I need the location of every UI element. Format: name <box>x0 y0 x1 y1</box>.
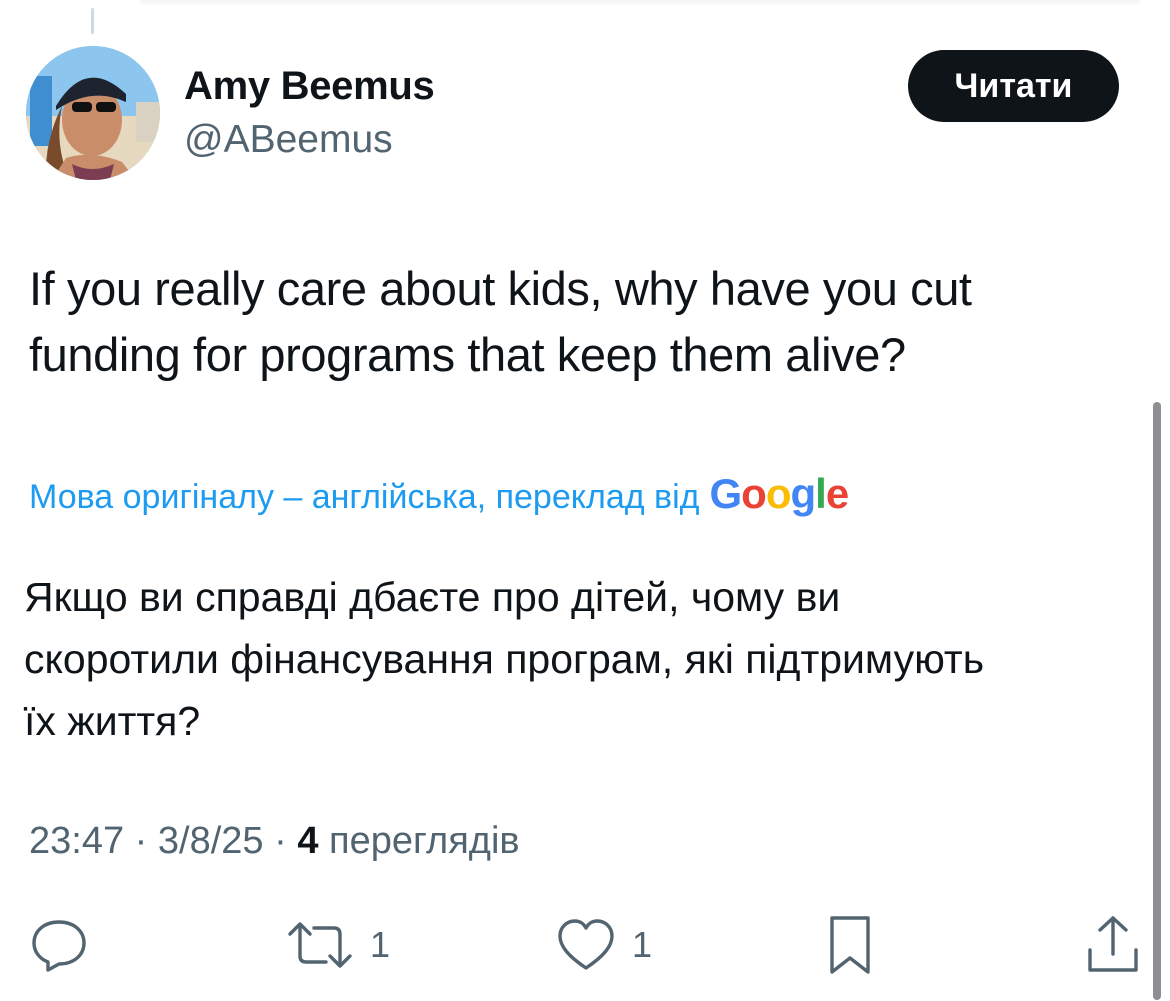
google-logo-letter: o <box>765 470 792 517</box>
tweet-date[interactable]: 3/8/25 <box>158 820 264 862</box>
share-button[interactable] <box>1082 910 1144 980</box>
meta-separator: · <box>134 820 148 862</box>
share-icon <box>1088 916 1138 972</box>
retweet-button[interactable]: 1 <box>284 910 390 980</box>
heart-icon <box>558 919 614 970</box>
retweet-icon <box>288 922 352 968</box>
reply-button[interactable] <box>28 910 90 980</box>
scrollbar[interactable] <box>1153 402 1161 1000</box>
translation-note[interactable]: Мова оригіналу – англійська, переклад ві… <box>29 470 850 518</box>
retweet-count: 1 <box>370 924 391 965</box>
tweet-text: If you really care about kids, why have … <box>29 256 1129 388</box>
author-handle[interactable]: @ABeemus <box>184 118 393 162</box>
google-logo-letter: G <box>709 470 743 517</box>
translated-text-line: скоротили фінансування програм, які підт… <box>24 636 985 682</box>
reply-icon <box>32 920 86 972</box>
avatar-photo <box>26 46 160 180</box>
tweet-meta: 23:47 · 3/8/25 · 4 переглядів <box>29 820 520 863</box>
bookmark-button[interactable] <box>820 910 880 980</box>
translation-note-text: Мова оригіналу – англійська, переклад ві… <box>29 478 700 516</box>
views-count: 4 <box>297 820 319 862</box>
views-label: переглядів <box>329 820 520 862</box>
tweet-text-line: funding for programs that keep them aliv… <box>29 328 906 381</box>
google-logo-letter: e <box>825 470 849 517</box>
thread-connector-line <box>91 8 94 34</box>
author-display-name[interactable]: Amy Beemus <box>184 64 435 109</box>
like-count: 1 <box>632 924 653 965</box>
translated-text: Якщо ви справді дбаєте про дітей, чому в… <box>24 566 1134 752</box>
google-logo-letter: g <box>790 470 816 517</box>
translated-text-line: їх життя? <box>24 698 201 744</box>
translated-text-line: Якщо ви справді дбаєте про дітей, чому в… <box>24 574 841 620</box>
tweet-time[interactable]: 23:47 <box>29 820 124 862</box>
follow-button[interactable]: Читати <box>908 50 1119 122</box>
google-logo-letter: o <box>741 470 767 517</box>
google-logo: Google <box>709 470 850 518</box>
top-edge-fade <box>140 0 1140 6</box>
tweet-text-line: If you really care about kids, why have … <box>29 262 972 315</box>
google-logo-letter: l <box>815 470 827 517</box>
tweet-action-bar: 1 1 <box>0 910 1170 980</box>
bookmark-icon <box>830 916 870 974</box>
avatar[interactable] <box>26 46 160 180</box>
like-button[interactable]: 1 <box>554 910 652 980</box>
meta-separator: · <box>274 820 287 862</box>
